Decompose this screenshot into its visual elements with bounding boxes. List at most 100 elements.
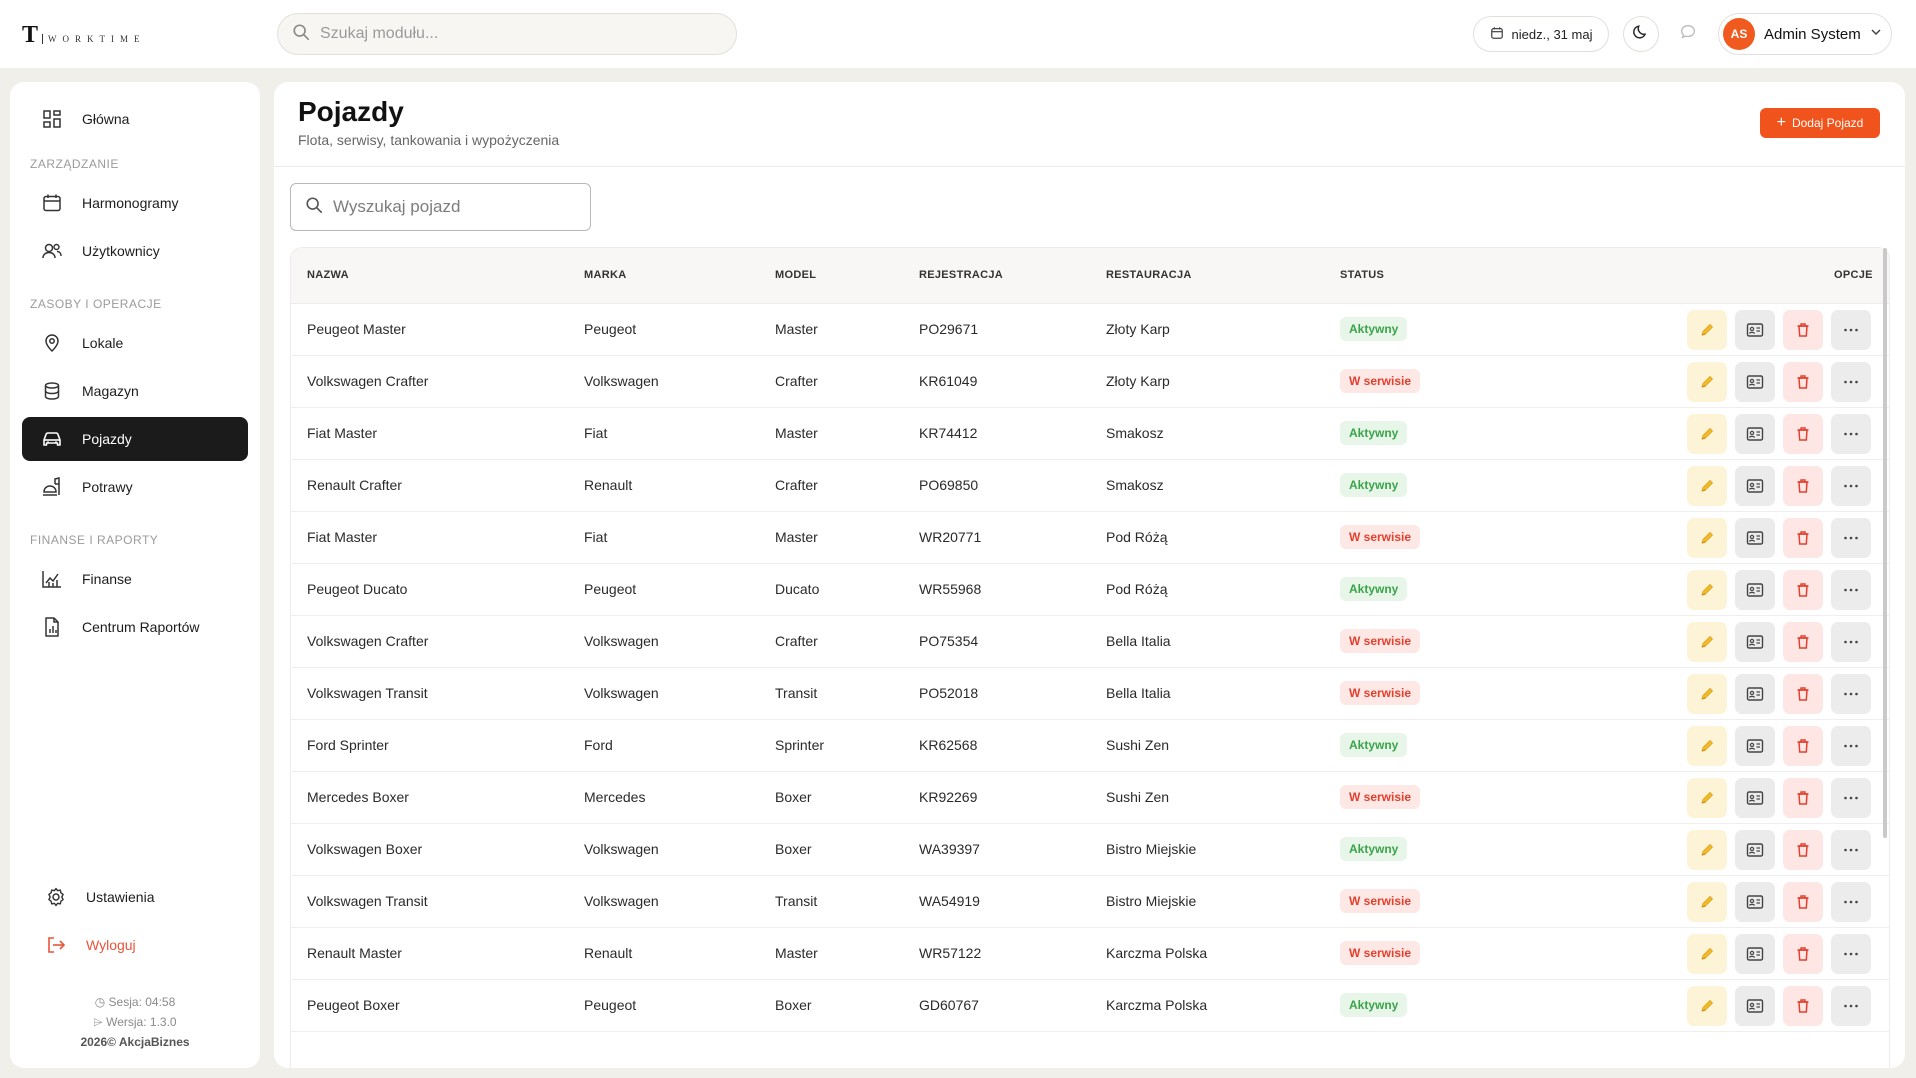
details-button[interactable] xyxy=(1735,778,1775,818)
col-header-brand[interactable]: MARKA xyxy=(584,269,626,281)
more-options-button[interactable] xyxy=(1831,622,1871,662)
more-options-button[interactable] xyxy=(1831,778,1871,818)
id-card-icon xyxy=(1746,686,1764,702)
edit-button[interactable] xyxy=(1687,362,1727,402)
more-options-button[interactable] xyxy=(1831,934,1871,974)
table-row[interactable]: Peugeot Ducato Peugeot Ducato WR55968 Pod Ró… xyxy=(291,564,1889,616)
sidebar-item-users[interactable]: Użytkownicy xyxy=(22,229,248,273)
delete-button[interactable] xyxy=(1783,622,1823,662)
details-button[interactable] xyxy=(1735,934,1775,974)
sidebar-item-label: Ustawienia xyxy=(86,889,155,905)
table-row[interactable]: Mercedes Boxer Mercedes Boxer KR92269 Sushi … xyxy=(291,772,1889,824)
table-row[interactable]: Volkswagen Crafter Volkswagen Crafter PO753… xyxy=(291,616,1889,668)
more-options-button[interactable] xyxy=(1831,830,1871,870)
messages-button[interactable] xyxy=(1670,16,1706,52)
table-row[interactable]: Peugeot Master Peugeot Master PO29671 Złoty … xyxy=(291,304,1889,356)
table-row[interactable]: Fiat Master Fiat Master KR74412 Smakosz Aktyw… xyxy=(291,408,1889,460)
table-row[interactable]: Ford Sprinter Ford Sprinter KR62568 Sushi Ze… xyxy=(291,720,1889,772)
sidebar-item-warehouse[interactable]: Magazyn xyxy=(22,369,248,413)
delete-button[interactable] xyxy=(1783,518,1823,558)
logout-button[interactable]: Wyloguj xyxy=(26,923,252,967)
table-row[interactable]: Volkswagen Boxer Volkswagen Boxer WA39397 Bi… xyxy=(291,824,1889,876)
more-options-button[interactable] xyxy=(1831,882,1871,922)
edit-button[interactable] xyxy=(1687,622,1727,662)
delete-button[interactable] xyxy=(1783,570,1823,610)
module-search-input[interactable] xyxy=(320,25,720,43)
delete-button[interactable] xyxy=(1783,414,1823,454)
edit-button[interactable] xyxy=(1687,726,1727,766)
edit-button[interactable] xyxy=(1687,570,1727,610)
col-header-name[interactable]: NAZWA xyxy=(307,269,349,281)
details-button[interactable] xyxy=(1735,726,1775,766)
delete-button[interactable] xyxy=(1783,882,1823,922)
details-button[interactable] xyxy=(1735,674,1775,714)
app-logo[interactable]: T WORKTIME xyxy=(22,22,146,49)
sidebar-item-vehicles[interactable]: Pojazdy xyxy=(22,417,248,461)
edit-button[interactable] xyxy=(1687,674,1727,714)
edit-button[interactable] xyxy=(1687,934,1727,974)
delete-button[interactable] xyxy=(1783,726,1823,766)
edit-button[interactable] xyxy=(1687,882,1727,922)
edit-button[interactable] xyxy=(1687,310,1727,350)
details-button[interactable] xyxy=(1735,466,1775,506)
details-button[interactable] xyxy=(1735,570,1775,610)
more-options-button[interactable] xyxy=(1831,518,1871,558)
table-row[interactable]: Volkswagen Crafter Volkswagen Crafter KR610… xyxy=(291,356,1889,408)
table-row[interactable]: Volkswagen Transit Volkswagen Transit WA549… xyxy=(291,876,1889,928)
more-options-button[interactable] xyxy=(1831,986,1871,1026)
sidebar-item-locations[interactable]: Lokale xyxy=(22,321,248,365)
col-header-model[interactable]: MODEL xyxy=(775,269,816,281)
sidebar-item-reports[interactable]: Centrum Raportów xyxy=(22,605,248,649)
details-button[interactable] xyxy=(1735,362,1775,402)
delete-button[interactable] xyxy=(1783,830,1823,870)
details-button[interactable] xyxy=(1735,830,1775,870)
details-button[interactable] xyxy=(1735,414,1775,454)
sidebar-item-schedules[interactable]: Harmonogramy xyxy=(22,181,248,225)
table-row[interactable]: Peugeot Boxer Peugeot Boxer GD60767 Karczma … xyxy=(291,980,1889,1032)
sidebar-item-home[interactable]: Główna xyxy=(22,97,248,141)
details-button[interactable] xyxy=(1735,986,1775,1026)
delete-button[interactable] xyxy=(1783,674,1823,714)
delete-button[interactable] xyxy=(1783,310,1823,350)
edit-button[interactable] xyxy=(1687,778,1727,818)
table-scrollbar[interactable] xyxy=(1883,248,1887,838)
details-button[interactable] xyxy=(1735,518,1775,558)
more-options-button[interactable] xyxy=(1831,570,1871,610)
table-row[interactable]: Volkswagen Transit Volkswagen Transit PO520… xyxy=(291,668,1889,720)
sidebar-item-dishes[interactable]: Potrawy xyxy=(22,465,248,509)
more-options-button[interactable] xyxy=(1831,466,1871,506)
module-search[interactable] xyxy=(277,13,737,55)
edit-button[interactable] xyxy=(1687,518,1727,558)
details-button[interactable] xyxy=(1735,310,1775,350)
sidebar-item-finance[interactable]: Finanse xyxy=(22,557,248,601)
more-options-button[interactable] xyxy=(1831,362,1871,402)
delete-button[interactable] xyxy=(1783,934,1823,974)
more-options-button[interactable] xyxy=(1831,310,1871,350)
col-header-registration[interactable]: REJESTRACJA xyxy=(919,269,1003,281)
table-row[interactable]: Renault Crafter Renault Crafter PO69850 Smak… xyxy=(291,460,1889,512)
edit-button[interactable] xyxy=(1687,830,1727,870)
details-button[interactable] xyxy=(1735,622,1775,662)
delete-button[interactable] xyxy=(1783,986,1823,1026)
col-header-restaurant[interactable]: RESTAURACJA xyxy=(1106,269,1192,281)
col-header-status[interactable]: STATUS xyxy=(1340,269,1384,281)
more-options-button[interactable] xyxy=(1831,726,1871,766)
delete-button[interactable] xyxy=(1783,778,1823,818)
edit-button[interactable] xyxy=(1687,986,1727,1026)
more-options-button[interactable] xyxy=(1831,414,1871,454)
delete-button[interactable] xyxy=(1783,466,1823,506)
user-menu[interactable]: AS Admin System xyxy=(1718,13,1892,55)
add-vehicle-button[interactable]: + Dodaj Pojazd xyxy=(1760,108,1880,138)
details-button[interactable] xyxy=(1735,882,1775,922)
table-row[interactable]: Fiat Master Fiat Master WR20771 Pod Różą W se… xyxy=(291,512,1889,564)
sidebar-item-settings[interactable]: Ustawienia xyxy=(26,875,252,919)
vehicle-search-input[interactable] xyxy=(333,197,573,217)
vehicle-search[interactable] xyxy=(290,183,591,231)
date-button[interactable]: niedz., 31 maj xyxy=(1473,16,1609,52)
delete-button[interactable] xyxy=(1783,362,1823,402)
theme-toggle-button[interactable] xyxy=(1623,16,1659,52)
edit-button[interactable] xyxy=(1687,466,1727,506)
edit-button[interactable] xyxy=(1687,414,1727,454)
more-options-button[interactable] xyxy=(1831,674,1871,714)
table-row[interactable]: Renault Master Renault Master WR57122 Karczm… xyxy=(291,928,1889,980)
